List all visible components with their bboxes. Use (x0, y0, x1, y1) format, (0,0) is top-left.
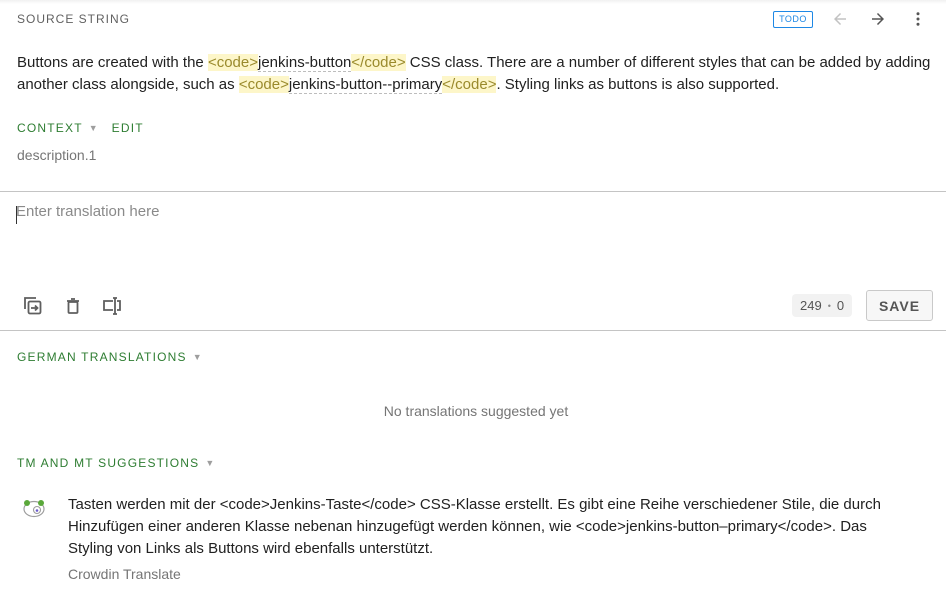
copy-source-button[interactable] (20, 293, 46, 319)
counter-separator: • (827, 300, 831, 311)
length-counter: 249 • 0 (792, 294, 853, 317)
placeholder-token: jenkins-button--primary (288, 76, 443, 94)
source-string-text: Buttons are created with the <code>jenki… (17, 52, 932, 96)
context-row: CONTEXT ▼ EDIT (17, 121, 144, 135)
translation-length: 0 (836, 298, 845, 313)
context-value: description.1 (17, 147, 97, 163)
source-length: 249 (800, 298, 822, 313)
caret-down-icon: ▼ (205, 458, 215, 468)
crowdin-translate-icon (23, 500, 45, 518)
suggestion-text[interactable]: Tasten werden mit der <code>Jenkins-Tast… (68, 494, 883, 560)
tm-mt-suggestions-label: TM AND MT SUGGESTIONS (17, 456, 200, 470)
text-cursor (16, 206, 17, 224)
more-vertical-icon (916, 12, 920, 26)
german-translations-label: GERMAN TRANSLATIONS (17, 350, 187, 364)
clear-icon (67, 298, 79, 314)
placeholder-token: jenkins-button (258, 54, 352, 72)
html-tag-token[interactable]: </code> (442, 76, 497, 93)
caret-down-icon[interactable]: ▼ (89, 123, 98, 133)
status-badge: TODO (773, 11, 813, 28)
arrow-right-icon (872, 13, 884, 25)
copy-source-icon (24, 297, 42, 315)
html-tag-token[interactable]: <code> (207, 54, 258, 71)
translation-input[interactable] (16, 203, 926, 273)
source-string-heading: SOURCE STRING (17, 12, 131, 26)
split-text-button[interactable] (99, 293, 125, 319)
tm-mt-suggestions-heading[interactable]: TM AND MT SUGGESTIONS ▼ (17, 456, 214, 470)
suggestion-source: Crowdin Translate (68, 566, 181, 582)
context-edit-link[interactable]: EDIT (112, 121, 144, 135)
source-text-segment: . Styling links as buttons is also suppo… (496, 76, 780, 93)
context-toggle[interactable]: CONTEXT (17, 121, 83, 135)
top-shadow (0, 0, 946, 4)
source-text-segment: Buttons are created with the (17, 54, 208, 71)
empty-translations-message: No translations suggested yet (383, 403, 569, 419)
divider (0, 191, 946, 192)
clear-translation-button[interactable] (60, 293, 86, 319)
more-options-button[interactable] (906, 8, 930, 30)
next-string-button[interactable] (866, 8, 890, 30)
html-tag-token[interactable]: <code> (238, 76, 289, 93)
divider (0, 330, 946, 331)
caret-down-icon: ▼ (192, 352, 202, 362)
german-translations-heading[interactable]: GERMAN TRANSLATIONS ▼ (17, 350, 202, 364)
previous-string-button[interactable] (828, 8, 852, 30)
arrow-left-icon (834, 13, 846, 25)
html-tag-token[interactable]: </code> (351, 54, 406, 71)
split-text-icon (103, 297, 121, 315)
save-button[interactable]: SAVE (866, 290, 933, 321)
